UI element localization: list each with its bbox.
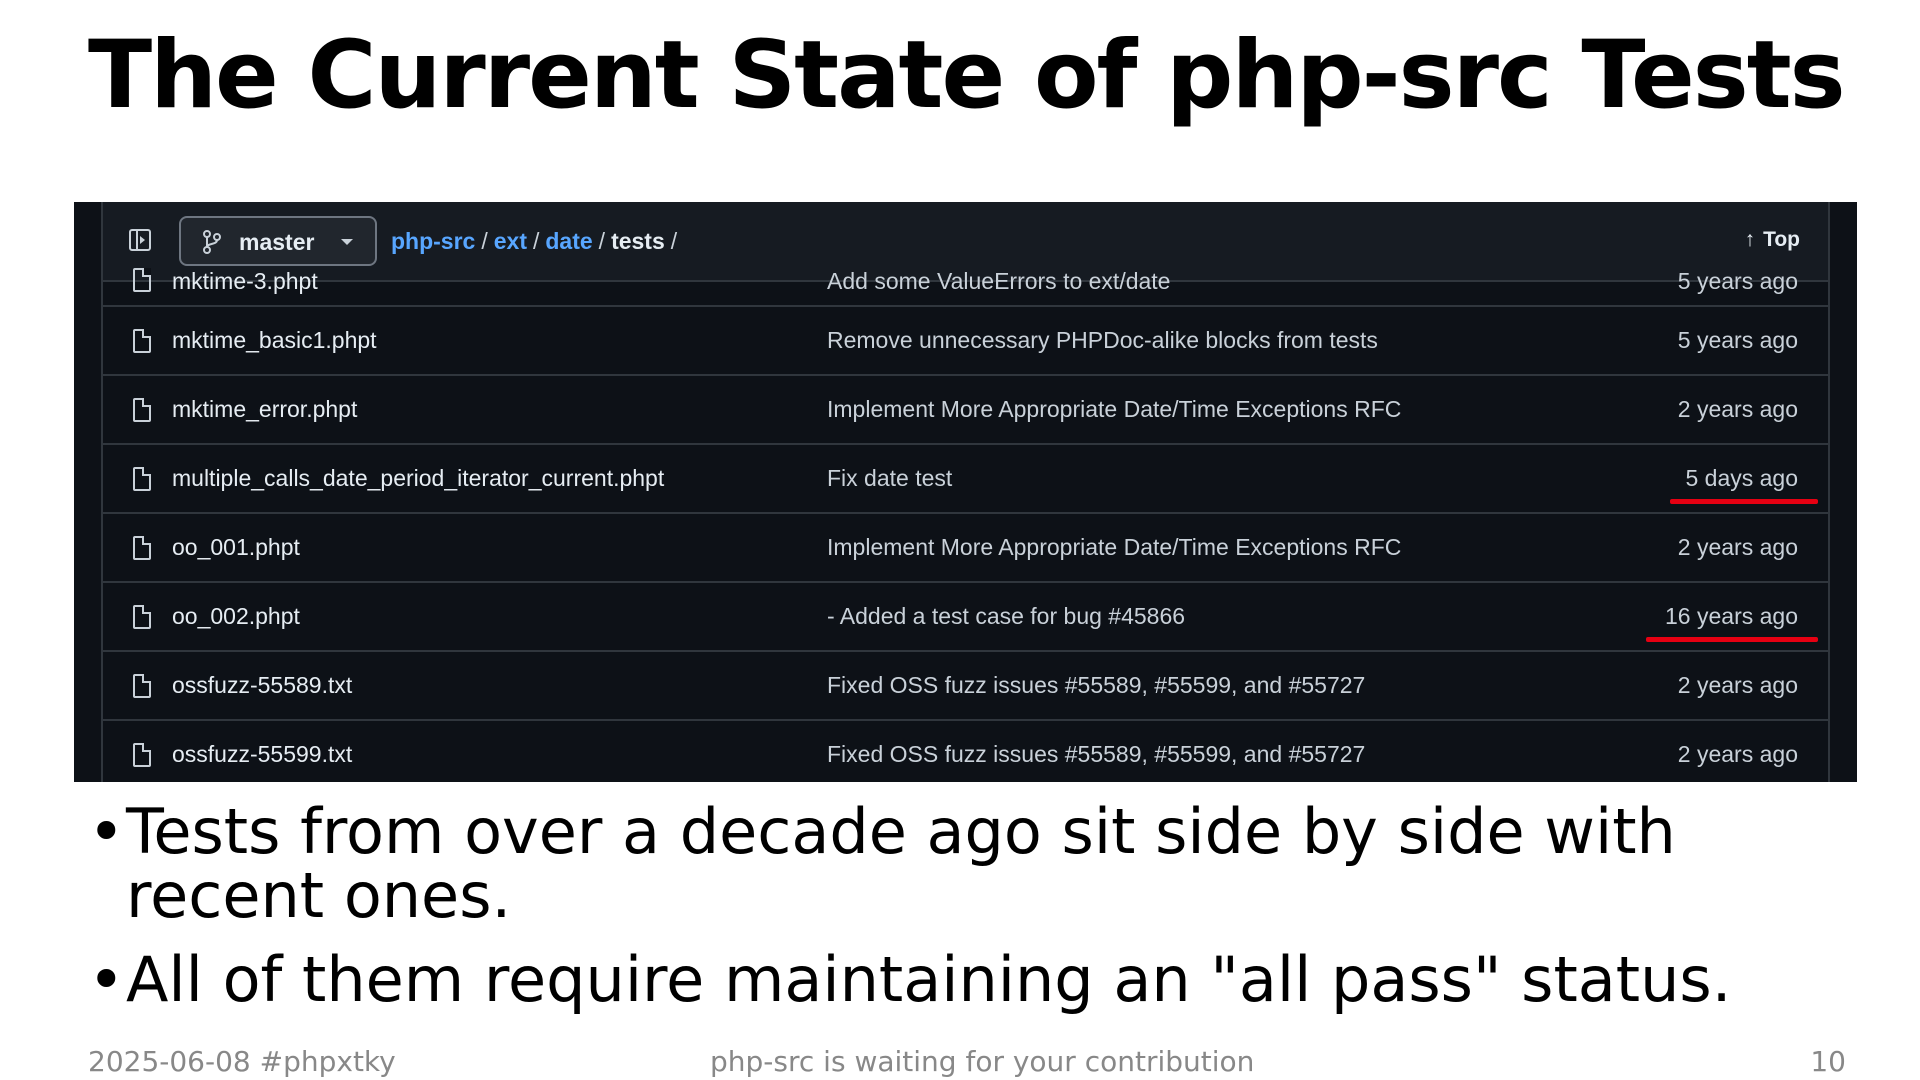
- file-row[interactable]: mktime-3.phpt Add some ValueErrors to ex…: [103, 260, 1828, 305]
- file-name[interactable]: ossfuzz-55599.txt: [172, 741, 352, 768]
- breadcrumb-separator: /: [532, 228, 540, 254]
- commit-message[interactable]: Add some ValueErrors to ext/date: [827, 268, 1170, 295]
- file-icon: [133, 467, 151, 491]
- github-screenshot: master php-src / ext / date / tests / ↑ Top mkti…: [74, 202, 1857, 782]
- file-row[interactable]: mktime_error.phpt Implement More Appropr…: [103, 374, 1828, 443]
- red-underline-highlight: [1646, 637, 1818, 642]
- file-icon: [133, 398, 151, 422]
- arrow-up-icon: ↑: [1744, 228, 1756, 251]
- commit-message[interactable]: Remove unnecessary PHPDoc-alike blocks f…: [827, 327, 1378, 354]
- commit-age: 16 years ago: [1665, 603, 1798, 629]
- commit-age: 2 years ago: [1677, 396, 1798, 422]
- commit-age: 2 years ago: [1677, 534, 1798, 560]
- file-row[interactable]: oo_001.phpt Implement More Appropriate D…: [103, 512, 1828, 581]
- chevron-down-icon: [341, 239, 353, 245]
- slide-title: The Current State of php-src Tests: [88, 21, 1846, 130]
- file-icon: [133, 268, 151, 292]
- file-row[interactable]: mktime_basic1.phpt Remove unnecessary PH…: [103, 305, 1828, 374]
- slide: The Current State of php-src Tests maste…: [0, 0, 1920, 1080]
- file-name[interactable]: multiple_calls_date_period_iterator_curr…: [172, 465, 664, 492]
- commit-message[interactable]: - Added a test case for bug #45866: [827, 603, 1185, 630]
- bullet-item: Tests from over a decade ago sit side by…: [88, 800, 1868, 928]
- file-row[interactable]: multiple_calls_date_period_iterator_curr…: [103, 443, 1828, 512]
- breadcrumb-ext-link[interactable]: ext: [494, 228, 527, 254]
- footer-caption: php-src is waiting for your contribution: [710, 1045, 1255, 1078]
- commit-age: 5 years ago: [1677, 327, 1798, 353]
- breadcrumb-date-link[interactable]: date: [545, 228, 592, 254]
- commit-message[interactable]: Fix date test: [827, 465, 952, 492]
- breadcrumb-separator: /: [598, 228, 606, 254]
- file-name[interactable]: oo_001.phpt: [172, 534, 300, 561]
- commit-age: 2 years ago: [1677, 741, 1798, 767]
- file-icon: [133, 674, 151, 698]
- top-label: Top: [1763, 228, 1800, 251]
- commit-age: 5 years ago: [1677, 268, 1798, 294]
- page-number: 10: [1810, 1045, 1846, 1078]
- breadcrumb-separator: /: [481, 228, 488, 254]
- breadcrumb-current: tests: [611, 228, 665, 254]
- bullet-item: All of them require maintaining an "all …: [88, 948, 1868, 1013]
- commit-age: 2 years ago: [1677, 672, 1798, 698]
- git-branch-icon: [203, 230, 221, 254]
- footer-date-hashtag: 2025-06-08 #phpxtky: [88, 1045, 396, 1078]
- breadcrumb-separator: /: [670, 228, 678, 254]
- file-name[interactable]: mktime_basic1.phpt: [172, 327, 377, 354]
- file-icon: [133, 605, 151, 629]
- file-row[interactable]: ossfuzz-55599.txt Fixed OSS fuzz issues …: [103, 719, 1828, 782]
- breadcrumb: php-src / ext / date / tests /: [391, 228, 683, 255]
- branch-name: master: [239, 229, 315, 255]
- file-row[interactable]: oo_002.phpt - Added a test case for bug …: [103, 581, 1828, 650]
- file-browser-panel: master php-src / ext / date / tests / ↑ Top mkti…: [101, 202, 1830, 782]
- file-list: mktime-3.phpt Add some ValueErrors to ex…: [103, 260, 1828, 782]
- breadcrumb-repo-link[interactable]: php-src: [391, 228, 475, 254]
- top-button[interactable]: ↑ Top: [1745, 228, 1800, 252]
- branch-selector-button[interactable]: master: [179, 216, 377, 266]
- commit-message[interactable]: Fixed OSS fuzz issues #55589, #55599, an…: [827, 741, 1365, 768]
- commit-message[interactable]: Fixed OSS fuzz issues #55589, #55599, an…: [827, 672, 1365, 699]
- commit-message[interactable]: Implement More Appropriate Date/Time Exc…: [827, 396, 1401, 423]
- file-name[interactable]: oo_002.phpt: [172, 603, 300, 630]
- file-icon: [133, 536, 151, 560]
- bullet-list: Tests from over a decade ago sit side by…: [88, 800, 1868, 1032]
- commit-age: 5 days ago: [1685, 465, 1798, 491]
- file-icon: [133, 743, 151, 767]
- file-name[interactable]: mktime-3.phpt: [172, 268, 318, 295]
- red-underline-highlight: [1670, 499, 1818, 504]
- sidepanel-toggle-icon[interactable]: [129, 229, 151, 251]
- file-icon: [133, 329, 151, 353]
- file-name[interactable]: ossfuzz-55589.txt: [172, 672, 352, 699]
- file-name[interactable]: mktime_error.phpt: [172, 396, 357, 423]
- commit-message[interactable]: Implement More Appropriate Date/Time Exc…: [827, 534, 1401, 561]
- file-row[interactable]: ossfuzz-55589.txt Fixed OSS fuzz issues …: [103, 650, 1828, 719]
